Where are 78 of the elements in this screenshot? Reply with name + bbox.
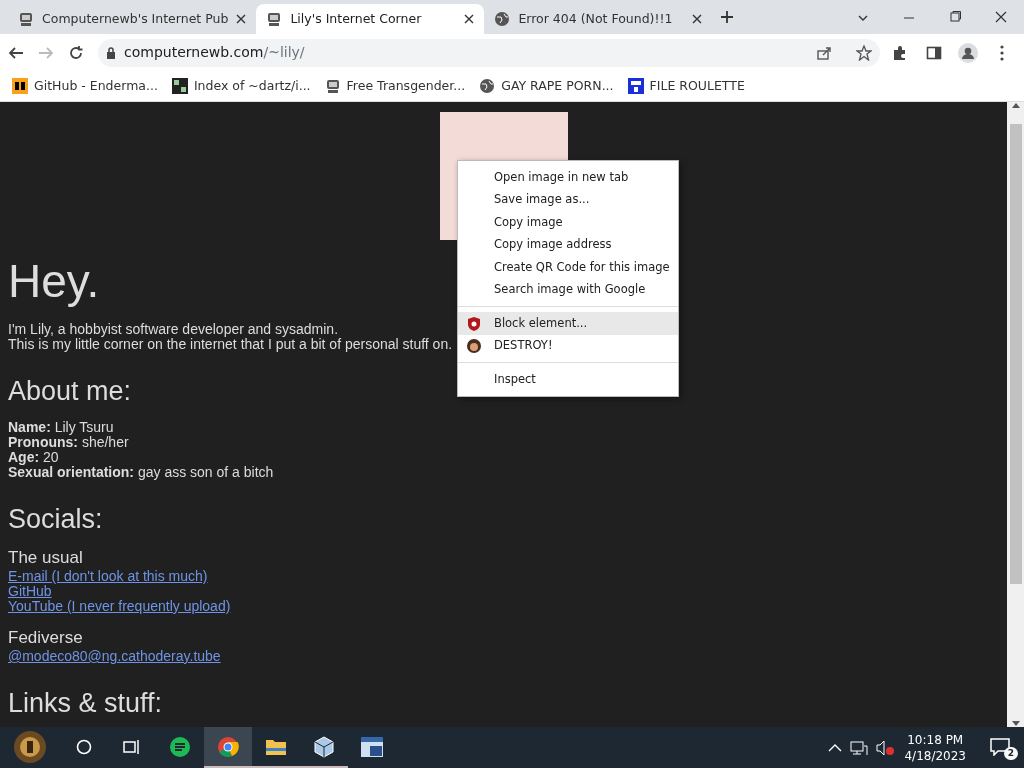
chat-icon[interactable] <box>169 735 191 758</box>
link[interactable]: GitHub <box>8 584 52 599</box>
bookmark[interactable]: GAY RAPE PORN... <box>479 76 614 96</box>
shield-icon <box>467 316 481 332</box>
browser-icon[interactable] <box>217 735 239 758</box>
search-icon[interactable] <box>76 738 92 755</box>
date-text: 4/18/2023 <box>904 747 966 764</box>
avatar-icon <box>467 338 481 353</box>
bookmark[interactable]: FILE ROULETTE <box>627 76 745 96</box>
computer-icon <box>266 11 283 27</box>
time-text: 10:18 PM <box>906 731 965 748</box>
computer-icon <box>18 11 34 27</box>
link[interactable]: @modeco80@ng.cathoderay.tube <box>8 649 221 664</box>
side-panel-icon[interactable] <box>926 44 942 61</box>
notification-icon[interactable] <box>990 737 1010 756</box>
browser-tab[interactable]: Computernewb's Internet Pub <box>8 4 257 34</box>
puzzle-icon[interactable] <box>892 44 908 61</box>
menu-item[interactable]: Block element... <box>458 312 678 335</box>
fact-line: Name: Lily Tsuru <box>8 420 114 435</box>
close-icon[interactable] <box>236 14 247 24</box>
browser-tab[interactable]: Lily's Internet Corner <box>256 4 485 34</box>
bookmark[interactable]: Free Transgender... <box>324 76 466 96</box>
restore-icon[interactable] <box>948 11 962 23</box>
cube-icon[interactable] <box>313 735 335 758</box>
network-icon[interactable] <box>850 739 869 756</box>
fact-line: Pronouns: she/her <box>8 435 129 450</box>
intro-text: This is my little corner on the internet that I put a bit of personal stuff on. <box>8 337 453 352</box>
grid-icon <box>171 78 188 94</box>
scrollbar-thumb[interactable] <box>1009 124 1022 584</box>
link[interactable]: YouTube (I never frequently upload) <box>8 599 231 614</box>
task-view-icon[interactable] <box>123 738 141 755</box>
menu-item[interactable]: Create QR Code for this image <box>458 256 678 279</box>
start-icon[interactable] <box>12 728 48 765</box>
notification-badge: 2 <box>1003 747 1018 760</box>
globe-icon <box>494 11 511 27</box>
computer-icon <box>324 78 341 94</box>
ph-logo-icon <box>12 78 28 94</box>
menu-item[interactable]: Copy image address <box>458 233 678 256</box>
intro-text: I'm Lily, a hobbyist software developer and sysadmin. <box>8 322 339 337</box>
share-icon[interactable] <box>816 44 832 61</box>
url-text: computernewb.com/~lily/ <box>124 43 305 62</box>
link[interactable]: E-mail (I don't look at this much) <box>8 569 208 584</box>
chevron-up-icon[interactable] <box>828 742 843 753</box>
section-heading: Links & stuff: <box>8 688 163 718</box>
file-logo-icon <box>627 78 644 94</box>
menu-item[interactable]: Open image in new tab <box>458 166 678 189</box>
section-heading: About me: <box>8 376 132 406</box>
menu-item[interactable]: Save image as... <box>458 188 678 211</box>
globe-icon <box>479 78 496 94</box>
fact-line: Sexual orientation: gay ass son of a bitch <box>8 465 274 480</box>
group-heading: Fediverse <box>8 628 83 647</box>
menu-item[interactable]: Inspect <box>458 368 678 391</box>
menu-item[interactable]: DESTROY! <box>458 334 678 357</box>
new-tab-icon[interactable] <box>720 10 735 24</box>
back-icon[interactable] <box>8 44 24 61</box>
menu-item[interactable]: Search image with Google <box>458 278 678 301</box>
group-heading: The usual <box>8 548 83 567</box>
browser-tab[interactable]: Error 404 (Not Found)!!1 <box>484 4 713 34</box>
tab-title: Error 404 (Not Found)!!1 <box>518 9 674 28</box>
tab-title: Computernewb's Internet Pub <box>42 9 229 28</box>
close-icon[interactable] <box>464 14 475 24</box>
close-icon[interactable] <box>692 14 703 24</box>
section-heading: Socials: <box>8 504 103 534</box>
reload-icon[interactable] <box>68 44 84 61</box>
fact-line: Age: 20 <box>8 450 59 465</box>
address-bar[interactable]: computernewb.com/~lily/ <box>98 38 880 67</box>
volume-muted-icon[interactable] <box>876 739 895 756</box>
close-icon[interactable] <box>994 11 1008 23</box>
more-menu-icon[interactable] <box>1000 44 1004 61</box>
clock[interactable]: 10:18 PM 4/18/2023 <box>904 731 966 764</box>
profile-icon[interactable] <box>958 42 978 63</box>
tab-title: Lily's Internet Corner <box>290 9 423 28</box>
window-app-icon[interactable] <box>360 735 384 758</box>
bookmark[interactable]: GitHub - Enderma... <box>12 76 158 96</box>
bookmark[interactable]: Index of ~dartz/i... <box>171 76 311 96</box>
star-icon[interactable] <box>856 44 872 61</box>
menu-item[interactable]: Copy image <box>458 211 678 234</box>
lock-icon <box>106 46 116 59</box>
